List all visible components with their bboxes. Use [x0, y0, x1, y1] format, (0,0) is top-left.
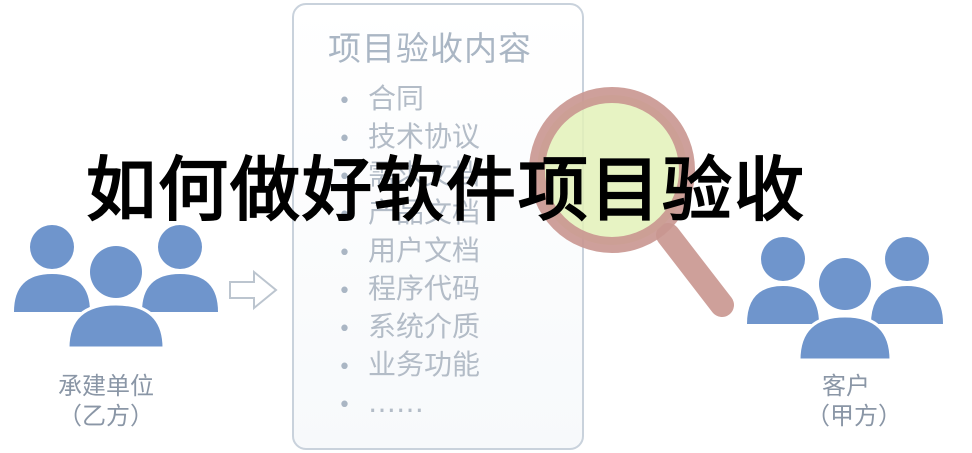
arrow-right-icon [229, 269, 278, 311]
client-role-label: （甲方） [806, 402, 902, 430]
contractor-role-label: （乙方） [58, 402, 154, 430]
headline-title: 如何做好软件项目验收 [86, 149, 806, 231]
client-people-icon [747, 237, 943, 362]
contractor-people-icon [14, 225, 218, 350]
